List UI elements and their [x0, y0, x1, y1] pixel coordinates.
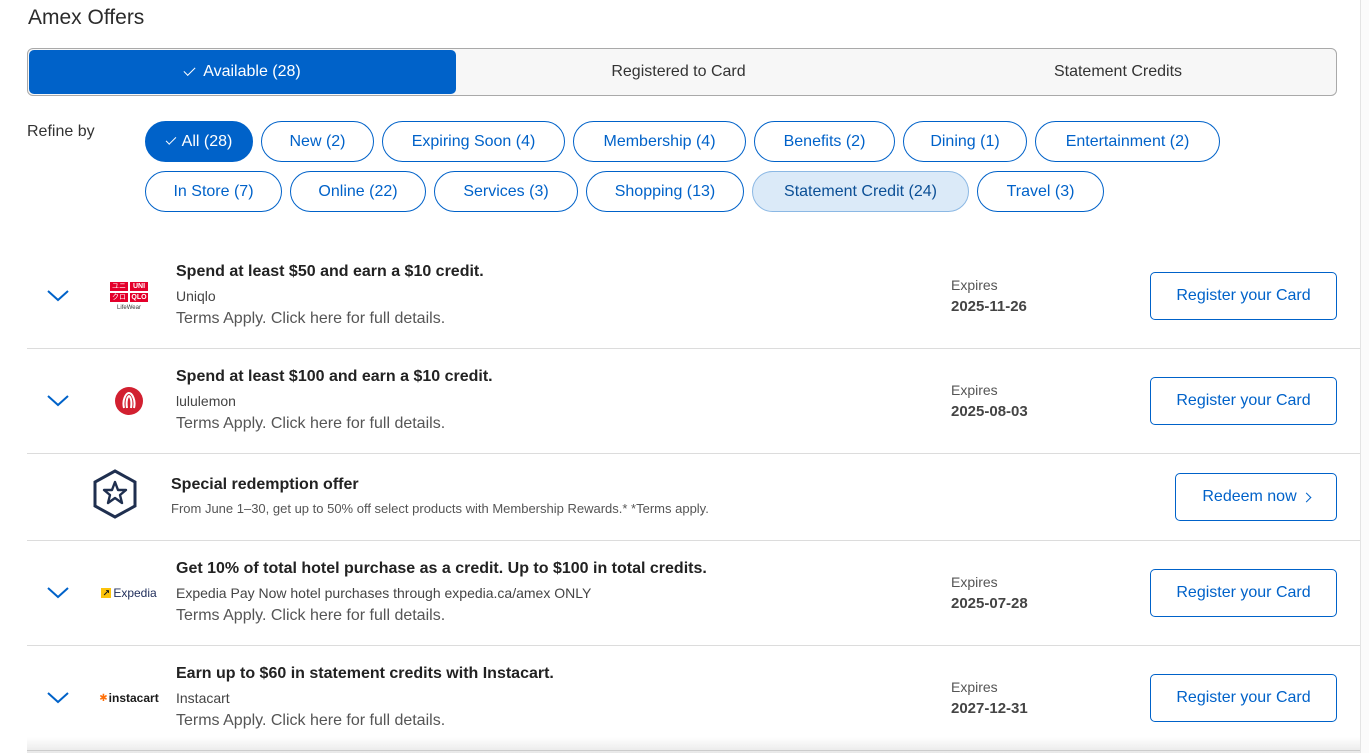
expires-date: 2025-11-26 — [951, 298, 1027, 315]
tab-statement-credits[interactable]: Statement Credits — [900, 49, 1336, 95]
tab-label: Available (28) — [203, 63, 301, 80]
chip-label: New (2) — [289, 132, 346, 150]
chevron-down-icon[interactable] — [47, 687, 69, 709]
offer-row: ✱ instacart Earn up to $60 in statement … — [27, 646, 1360, 751]
lululemon-logo — [98, 379, 160, 423]
redeem-now-button[interactable]: Redeem now — [1175, 473, 1337, 521]
filter-chip-membership[interactable]: Membership (4) — [573, 121, 746, 162]
expedia-logo: ↗ Expedia — [98, 571, 160, 615]
expedia-logo-text: Expedia — [113, 586, 157, 600]
offer-title: Spend at least $100 and earn a $10 credi… — [176, 368, 493, 385]
instacart-logo-text: instacart — [108, 691, 159, 705]
offer-terms-link[interactable]: Terms Apply. Click here for full details… — [176, 712, 445, 730]
chevron-down-icon[interactable] — [47, 285, 69, 307]
chevron-down-icon[interactable] — [47, 582, 69, 604]
offer-row: ↗ Expedia Get 10% of total hotel purchas… — [27, 541, 1360, 646]
filter-chip-services[interactable]: Services (3) — [434, 171, 578, 212]
offer-title: Spend at least $50 and earn a $10 credit… — [176, 263, 484, 280]
page-title: Amex Offers — [28, 6, 145, 29]
offer-merchant: Instacart — [176, 690, 230, 706]
offer-terms-link[interactable]: Terms Apply. Click here for full details… — [176, 310, 445, 328]
scrollbar-track[interactable] — [1360, 0, 1369, 753]
register-card-button[interactable]: Register your Card — [1150, 569, 1337, 617]
chip-label: Membership (4) — [603, 132, 716, 150]
carrot-icon: ✱ — [99, 692, 108, 704]
register-card-button[interactable]: Register your Card — [1150, 272, 1337, 320]
chip-label: Online (22) — [318, 182, 398, 200]
chevron-down-icon[interactable] — [47, 390, 69, 412]
offer-row: ユニ UNI クロ QLO LifeWear Spend at least $5… — [27, 244, 1360, 349]
star-badge-icon — [92, 469, 138, 519]
chevron-right-icon — [1301, 492, 1312, 502]
expires-date: 2025-08-03 — [951, 403, 1028, 420]
check-icon — [183, 63, 196, 77]
offer-terms-link[interactable]: Terms Apply. Click here for full details… — [176, 607, 445, 625]
special-offer-description: From June 1–30, get up to 50% off select… — [171, 501, 709, 516]
instacart-logo: ✱ instacart — [98, 676, 160, 720]
chip-label: Benefits (2) — [783, 132, 866, 150]
filter-chip-in-store[interactable]: In Store (7) — [145, 171, 282, 212]
expires-label: Expires — [951, 382, 998, 398]
expires-label: Expires — [951, 277, 998, 293]
bottom-shadow — [27, 737, 1360, 753]
chip-label: In Store (7) — [173, 182, 254, 200]
tab-label: Statement Credits — [1053, 63, 1183, 80]
chip-label: Travel (3) — [1006, 182, 1075, 200]
tab-registered-to-card[interactable]: Registered to Card — [457, 49, 900, 95]
tab-available[interactable]: Available (28) — [29, 50, 456, 94]
chip-label: Statement Credit (24) — [784, 182, 937, 200]
filter-chip-expiring-soon[interactable]: Expiring Soon (4) — [382, 121, 565, 162]
chip-label: Services (3) — [463, 182, 549, 200]
uniqlo-logo-caption: LifeWear — [117, 304, 141, 311]
filter-chip-benefits[interactable]: Benefits (2) — [754, 121, 895, 162]
filter-chip-entertainment[interactable]: Entertainment (2) — [1035, 121, 1220, 162]
expires-date: 2025-07-28 — [951, 595, 1028, 612]
filter-chip-shopping[interactable]: Shopping (13) — [586, 171, 744, 212]
uniqlo-logo-tile: クロ — [110, 292, 128, 302]
register-card-button[interactable]: Register your Card — [1150, 377, 1337, 425]
special-offer-title: Special redemption offer — [171, 476, 359, 493]
offer-merchant: Uniqlo — [176, 288, 216, 304]
uniqlo-logo-tile: ユニ — [110, 281, 128, 291]
offer-title: Get 10% of total hotel purchase as a cre… — [176, 560, 707, 577]
uniqlo-logo-tile: QLO — [130, 292, 148, 302]
refine-label: Refine by — [27, 123, 95, 140]
offer-terms-link[interactable]: Terms Apply. Click here for full details… — [176, 415, 445, 433]
offer-merchant: Expedia Pay Now hotel purchases through … — [176, 585, 592, 601]
filter-chip-statement-credit[interactable]: Statement Credit (24) — [752, 171, 969, 212]
offer-tabs: Available (28) Registered to Card Statem… — [27, 48, 1337, 96]
uniqlo-logo: ユニ UNI クロ QLO LifeWear — [98, 274, 160, 318]
expires-date: 2027-12-31 — [951, 700, 1028, 717]
filter-chip-dining[interactable]: Dining (1) — [903, 121, 1027, 162]
offer-row: Spend at least $100 and earn a $10 credi… — [27, 349, 1360, 454]
chip-label: Shopping (13) — [614, 182, 716, 200]
uniqlo-logo-tile: UNI — [130, 281, 148, 291]
amex-offers-page: Amex Offers Available (28) Registered to… — [0, 0, 1369, 753]
tab-label: Registered to Card — [611, 63, 746, 80]
redeem-now-label: Redeem now — [1202, 488, 1297, 505]
expires-label: Expires — [951, 679, 998, 695]
chip-label: Expiring Soon (4) — [411, 132, 536, 150]
chip-label: All (28) — [181, 132, 233, 150]
expedia-arrow-icon: ↗ — [101, 588, 112, 598]
special-redemption-banner: Special redemption offer From June 1–30,… — [27, 454, 1360, 541]
chip-label: Entertainment (2) — [1065, 132, 1190, 150]
expires-label: Expires — [951, 574, 998, 590]
filter-chip-all[interactable]: All (28) — [145, 121, 253, 162]
filter-chip-new[interactable]: New (2) — [261, 121, 374, 162]
filter-chip-online[interactable]: Online (22) — [290, 171, 426, 212]
check-icon — [165, 134, 176, 145]
filter-chip-travel[interactable]: Travel (3) — [977, 171, 1104, 212]
register-card-button[interactable]: Register your Card — [1150, 674, 1337, 722]
offer-merchant: lululemon — [176, 393, 236, 409]
chip-label: Dining (1) — [930, 132, 1000, 150]
offer-title: Earn up to $60 in statement credits with… — [176, 665, 554, 682]
